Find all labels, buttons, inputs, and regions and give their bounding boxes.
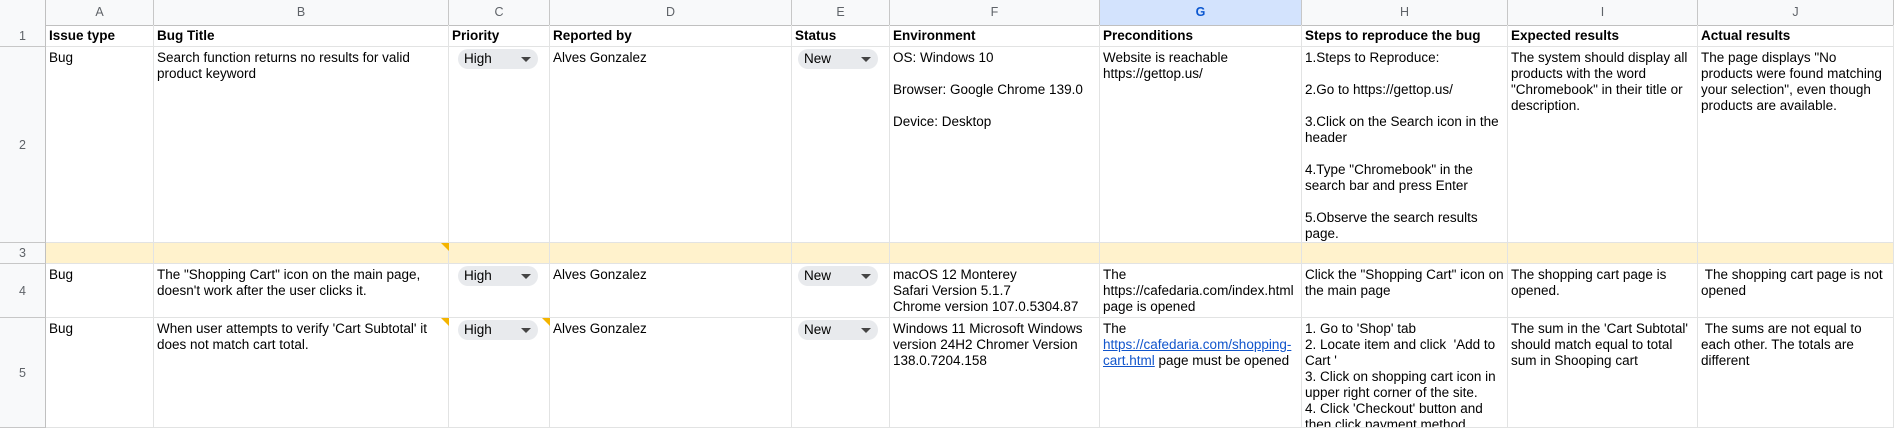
bug3-environment-cell[interactable]: Windows 11 Microsoft Windows version 24H…: [890, 318, 1100, 428]
bug1-status-cell[interactable]: New: [792, 47, 890, 243]
bug1-priority-dropdown[interactable]: High: [458, 49, 538, 69]
bug1-steps-cell[interactable]: 1.Steps to Reproduce: 2.Go to https://ge…: [1302, 47, 1508, 243]
bug3-preconditions-suffix: page must be opened: [1154, 353, 1290, 368]
bug1-expected-cell[interactable]: The system should display all products w…: [1508, 47, 1698, 243]
row3-cell-e[interactable]: [792, 243, 890, 264]
bug2-issue-type-cell[interactable]: Bug: [46, 264, 154, 318]
column-header-j[interactable]: J: [1698, 0, 1894, 25]
select-all-corner[interactable]: [0, 0, 46, 25]
bug3-status-dropdown[interactable]: New: [798, 320, 878, 340]
bug1-reported-by-cell[interactable]: Alves Gonzalez: [550, 47, 792, 243]
bug3-status-value: New: [804, 322, 832, 337]
comment-marker-icon[interactable]: [441, 318, 449, 326]
bug3-priority-value: High: [464, 322, 492, 337]
row3-cell-h[interactable]: [1302, 243, 1508, 264]
bug3-preconditions-prefix: The: [1103, 321, 1131, 336]
column-header-i[interactable]: I: [1508, 0, 1698, 25]
header-cell-bug-title[interactable]: Bug Title: [154, 25, 449, 47]
bug2-status-value: New: [804, 268, 832, 283]
bug1-actual-cell[interactable]: The page displays "No products were foun…: [1698, 47, 1894, 243]
header-cell-issue-type[interactable]: Issue type: [46, 25, 154, 47]
bug2-priority-value: High: [464, 268, 492, 283]
bug1-environment-cell[interactable]: OS: Windows 10 Browser: Google Chrome 13…: [890, 47, 1100, 243]
row3-cell-b[interactable]: [154, 243, 449, 264]
bug1-preconditions-cell[interactable]: Website is reachable https://gettop.us/: [1100, 47, 1302, 243]
header-cell-actual[interactable]: Actual results: [1698, 25, 1894, 47]
dropdown-arrow-icon: [521, 328, 531, 333]
row3-cell-c[interactable]: [449, 243, 550, 264]
row3-cell-j[interactable]: [1698, 243, 1894, 264]
bug3-actual-cell[interactable]: The sums are not equal to each other. Th…: [1698, 318, 1894, 428]
bug3-steps-cell[interactable]: 1. Go to 'Shop' tab 2. Locate item and c…: [1302, 318, 1508, 428]
column-header-b[interactable]: B: [154, 0, 449, 25]
dropdown-arrow-icon: [861, 57, 871, 62]
header-cell-status[interactable]: Status: [792, 25, 890, 47]
row3-cell-f[interactable]: [890, 243, 1100, 264]
row3-cell-g[interactable]: [1100, 243, 1302, 264]
bug3-preconditions-cell[interactable]: The https://cafedaria.com/shopping-cart.…: [1100, 318, 1302, 428]
dropdown-arrow-icon: [861, 274, 871, 279]
spreadsheet-grid: A B C D E F G H I J 1 2 3 4 5 Issue type…: [0, 0, 1894, 428]
bug2-status-cell[interactable]: New: [792, 264, 890, 318]
dropdown-arrow-icon: [861, 328, 871, 333]
bug2-priority-cell[interactable]: High: [449, 264, 550, 318]
column-header-f[interactable]: F: [890, 0, 1100, 25]
header-cell-priority[interactable]: Priority: [449, 25, 550, 47]
header-cell-steps[interactable]: Steps to reproduce the bug: [1302, 25, 1508, 47]
column-header-c[interactable]: C: [449, 0, 550, 25]
header-cell-reported-by[interactable]: Reported by: [550, 25, 792, 47]
bug3-reported-by-cell[interactable]: Alves Gonzalez: [550, 318, 792, 428]
bug2-reported-by-cell[interactable]: Alves Gonzalez: [550, 264, 792, 318]
bug2-actual-cell[interactable]: The shopping cart page is not opened: [1698, 264, 1894, 318]
column-header-d[interactable]: D: [550, 0, 792, 25]
column-header-a[interactable]: A: [46, 0, 154, 25]
dropdown-arrow-icon: [521, 274, 531, 279]
bug3-status-cell[interactable]: New: [792, 318, 890, 428]
comment-marker-icon[interactable]: [542, 318, 550, 326]
column-header-e[interactable]: E: [792, 0, 890, 25]
bug2-status-dropdown[interactable]: New: [798, 266, 878, 286]
header-cell-preconditions[interactable]: Preconditions: [1100, 25, 1302, 47]
bug3-title-cell[interactable]: When user attempts to verify 'Cart Subto…: [154, 318, 449, 428]
bug2-environment-cell[interactable]: macOS 12 Monterey Safari Version 5.1.7 C…: [890, 264, 1100, 318]
comment-marker-icon[interactable]: [441, 243, 449, 251]
header-cell-expected[interactable]: Expected results: [1508, 25, 1698, 47]
bug3-issue-type-cell[interactable]: Bug: [46, 318, 154, 428]
row3-cell-d[interactable]: [550, 243, 792, 264]
row-header-5[interactable]: 5: [0, 318, 46, 428]
row-header-3[interactable]: 3: [0, 243, 46, 264]
row-header-4[interactable]: 4: [0, 264, 46, 318]
bug1-title-cell[interactable]: Search function returns no results for v…: [154, 47, 449, 243]
bug2-expected-cell[interactable]: The shopping cart page is opened.: [1508, 264, 1698, 318]
row-header-2[interactable]: 2: [0, 47, 46, 243]
bug3-priority-cell[interactable]: High: [449, 318, 550, 428]
bug1-issue-type-cell[interactable]: Bug: [46, 47, 154, 243]
dropdown-arrow-icon: [521, 57, 531, 62]
bug2-priority-dropdown[interactable]: High: [458, 266, 538, 286]
bug3-expected-cell[interactable]: The sum in the 'Cart Subtotal' should ma…: [1508, 318, 1698, 428]
bug1-priority-cell[interactable]: High: [449, 47, 550, 243]
column-header-h[interactable]: H: [1302, 0, 1508, 25]
row3-cell-a[interactable]: [46, 243, 154, 264]
column-header-g[interactable]: G: [1100, 0, 1302, 25]
row-header-1[interactable]: 1: [0, 25, 46, 47]
bug1-priority-value: High: [464, 51, 492, 66]
bug1-status-dropdown[interactable]: New: [798, 49, 878, 69]
bug2-title-cell[interactable]: The "Shopping Cart" icon on the main pag…: [154, 264, 449, 318]
bug2-preconditions-cell[interactable]: The https://cafedaria.com/index.html pag…: [1100, 264, 1302, 318]
bug1-status-value: New: [804, 51, 832, 66]
bug2-steps-cell[interactable]: Click the "Shopping Cart" icon on the ma…: [1302, 264, 1508, 318]
header-cell-environment[interactable]: Environment: [890, 25, 1100, 47]
bug3-priority-dropdown[interactable]: High: [458, 320, 538, 340]
row3-cell-i[interactable]: [1508, 243, 1698, 264]
